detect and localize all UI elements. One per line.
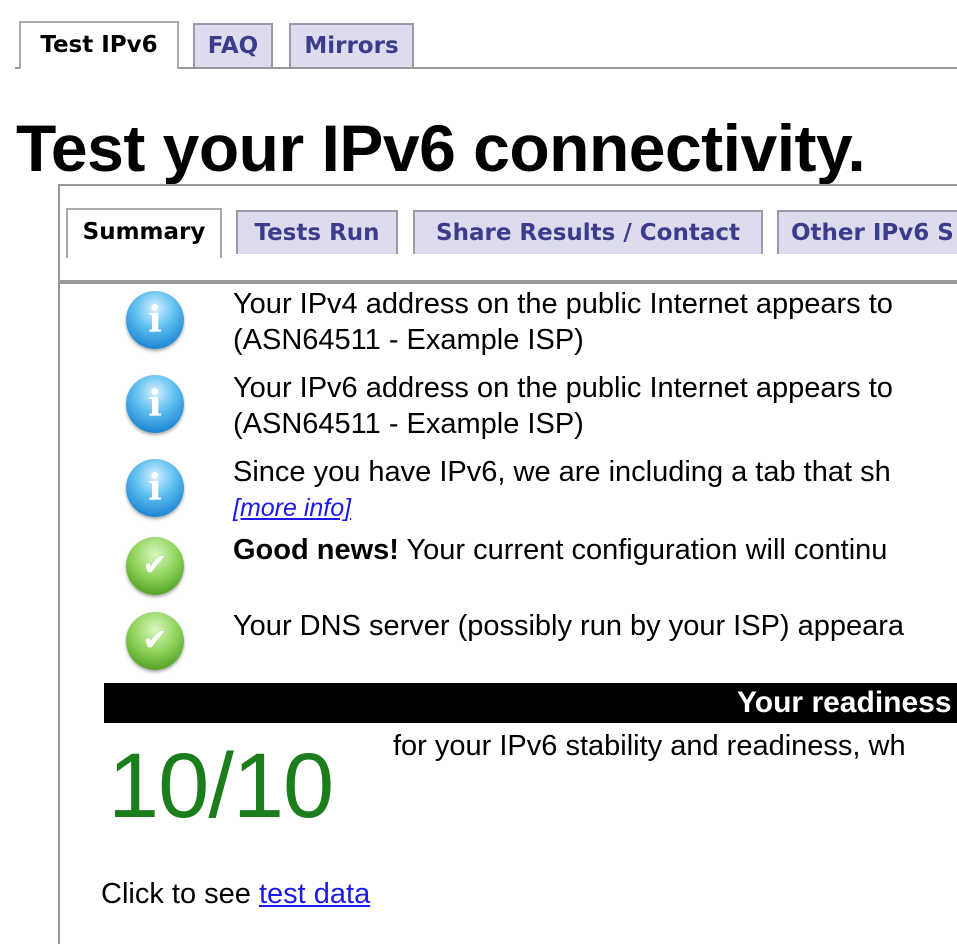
more-info-wrapper: [more info] [233, 489, 351, 526]
top-tab-bar: Test IPv6 FAQ Mirrors [15, 21, 957, 69]
ipv6-result-line1: Your IPv6 address on the public Internet… [233, 372, 893, 404]
ipv4-result-line2: (ASN64511 - Example ISP) [233, 324, 584, 356]
good-news-result: Good news! Your current configuration wi… [233, 532, 887, 568]
tab-summary[interactable]: Summary [66, 208, 222, 258]
check-icon: ✔ [126, 537, 184, 595]
info-icon: i [126, 375, 184, 433]
tab-tests-run[interactable]: Tests Run [236, 210, 398, 254]
info-icon: i [126, 459, 184, 517]
ipv4-result-line1: Your IPv4 address on the public Internet… [233, 288, 893, 320]
test-data-prefix: Click to see [101, 878, 259, 910]
tab-share-results[interactable]: Share Results / Contact [413, 210, 763, 254]
check-icon: ✔ [126, 612, 184, 670]
info-icon: i [126, 291, 184, 349]
tab-test-ipv6[interactable]: Test IPv6 [19, 21, 179, 69]
readiness-bar: Your readiness [104, 683, 957, 723]
page-title: Test your IPv6 connectivity. [16, 111, 866, 185]
tab-mirrors[interactable]: Mirrors [289, 23, 414, 67]
readiness-description: for your IPv6 stability and readiness, w… [393, 730, 906, 762]
test-data-line: Click to see test data [101, 876, 370, 912]
tab-faq[interactable]: FAQ [193, 23, 273, 67]
good-news-label: Good news! [233, 534, 399, 566]
ipv6-tab-note: Since you have IPv6, we are including a … [233, 456, 891, 488]
readiness-score: 10/10 [108, 735, 334, 837]
dns-result: Your DNS server (possibly run by your IS… [233, 610, 905, 642]
ipv6-result-line2: (ASN64511 - Example ISP) [233, 408, 584, 440]
more-info-link[interactable]: [more info] [233, 494, 351, 522]
readiness-bar-label: Your readiness [737, 686, 952, 719]
good-news-text: Your current configuration will continu [398, 534, 888, 566]
tab-other-ipv6[interactable]: Other IPv6 S [777, 210, 957, 254]
inner-tab-bar: Summary Tests Run Share Results / Contac… [60, 208, 957, 284]
test-data-link[interactable]: test data [259, 878, 370, 910]
